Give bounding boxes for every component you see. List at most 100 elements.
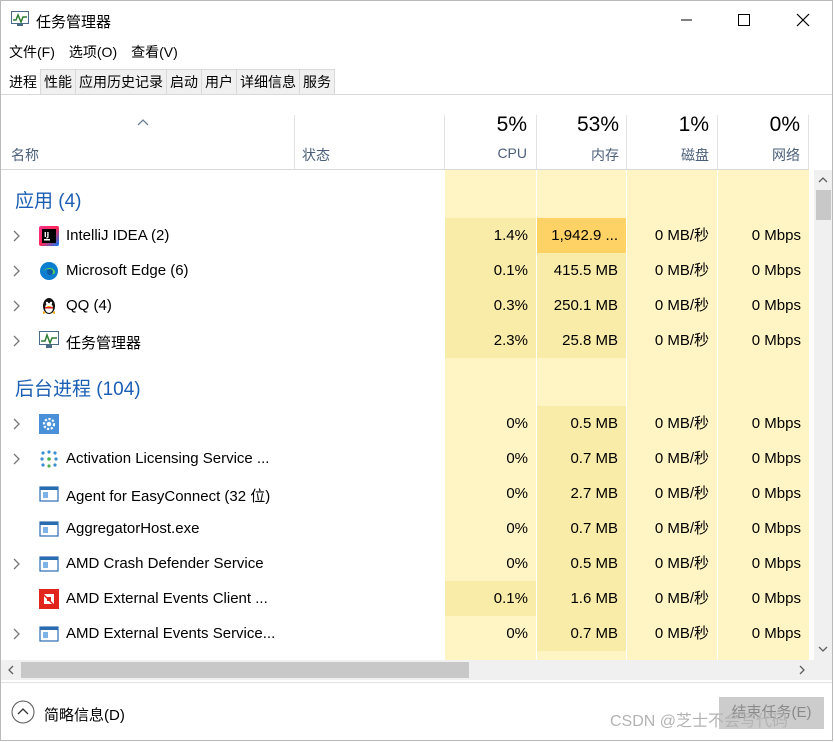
scroll-right-icon[interactable] (799, 665, 806, 675)
amd-logo-icon (39, 589, 59, 609)
maximize-button[interactable] (714, 1, 774, 39)
cpu-cell: 0% (506, 555, 528, 572)
chevron-right-icon[interactable] (12, 229, 22, 247)
column-disk[interactable]: 磁盘 (629, 145, 709, 165)
memory-cell: 0.5 MB (537, 546, 626, 581)
process-row[interactable]: Activation Licensing Service ... 0% 0.7 MB… (1, 441, 809, 476)
disk-cell: 0 MB/秒 (654, 262, 709, 279)
app-window-icon (39, 554, 59, 574)
app-window-icon (39, 624, 59, 644)
process-name: Agent for EasyConnect (32 位) (66, 488, 271, 505)
tab-services[interactable]: 服务 (299, 69, 335, 94)
vertical-scrollbar[interactable] (814, 170, 832, 660)
chevron-right-icon[interactable] (12, 417, 22, 435)
fewer-details-link[interactable]: 简略信息(D) (44, 704, 125, 725)
process-row[interactable]: AMD External Events Client ... 0.1% 1.6 MB… (1, 581, 809, 616)
process-row[interactable]: 0% 0.5 MB 0 MB/秒 0 Mbps (1, 406, 809, 441)
menu-options[interactable]: 选项(O) (61, 41, 123, 63)
gear-icon (39, 414, 59, 434)
column-name[interactable]: 名称 (11, 145, 39, 165)
horizontal-scrollbar[interactable] (1, 660, 814, 680)
intellij-idea-icon: IJ (39, 226, 59, 246)
window-title: 任务管理器 (36, 14, 112, 31)
column-status[interactable]: 状态 (302, 145, 330, 165)
network-cell: 0 Mbps (751, 555, 801, 572)
chevron-right-icon[interactable] (12, 299, 22, 317)
tab-startup[interactable]: 启动 (166, 69, 202, 94)
network-cell: 0 Mbps (751, 450, 801, 467)
process-row[interactable]: QQ (4) 0.3% 250.1 MB 0 MB/秒 0 Mbps (1, 288, 809, 323)
chevron-right-icon[interactable] (12, 452, 22, 470)
chevron-right-icon[interactable] (12, 264, 22, 282)
horizontal-scroll-thumb[interactable] (21, 662, 469, 678)
tab-performance[interactable]: 性能 (40, 69, 76, 94)
tab-users[interactable]: 用户 (201, 69, 237, 94)
column-network[interactable]: 网络 (720, 145, 800, 165)
network-total-percent[interactable]: 0% (720, 113, 800, 137)
chevron-right-icon[interactable] (12, 334, 22, 352)
tab-processes[interactable]: 进程 (5, 69, 41, 94)
memory-cell: 0.7 MB (537, 511, 626, 546)
menu-view[interactable]: 查看(V) (123, 41, 184, 63)
process-row[interactable]: Microsoft Edge (6) 0.1% 415.5 MB 0 MB/秒 0 Mb… (1, 253, 809, 288)
column-divider[interactable] (444, 115, 445, 169)
footer-bar: 简略信息(D) 结束任务(E) CSDN @芝士不会写代码 (1, 682, 832, 740)
column-divider[interactable] (294, 115, 295, 169)
network-cell: 0 Mbps (751, 590, 801, 607)
process-row[interactable]: IJ IntelliJ IDEA (2) 1.4% 1,942.9 ... 0 MB/秒… (1, 218, 809, 253)
memory-cell: 2.7 MB (537, 476, 626, 511)
column-divider[interactable] (717, 115, 718, 169)
column-divider[interactable] (536, 115, 537, 169)
scroll-up-icon[interactable] (818, 176, 828, 183)
menu-file[interactable]: 文件(F) (1, 41, 61, 63)
memory-total-percent[interactable]: 53% (539, 113, 619, 137)
process-row[interactable]: AMD External Events Service... 0% 0.7 MB 0 … (1, 616, 809, 651)
cpu-cell: 0% (506, 520, 528, 537)
disk-cell: 0 MB/秒 (654, 227, 709, 244)
task-manager-window: 任务管理器 文件(F) 选项(O) 查看(V) 进程 性能 应用历史记录 启动 … (0, 0, 833, 741)
process-row[interactable]: 任务管理器 2.3% 25.8 MB 0 MB/秒 0 Mbps (1, 323, 809, 358)
column-cpu[interactable]: CPU (447, 145, 527, 161)
chevron-right-icon[interactable] (12, 557, 22, 575)
process-name: AMD External Events Client ... (66, 590, 268, 607)
group-header-apps: 应用 (4) (15, 191, 82, 212)
scroll-down-icon[interactable] (818, 646, 828, 653)
network-cell: 0 Mbps (751, 415, 801, 432)
chevron-up-circle-icon[interactable] (11, 700, 35, 729)
dots-grid-icon (39, 449, 59, 469)
disk-cell: 0 MB/秒 (654, 625, 709, 642)
memory-cell: 250.1 MB (537, 288, 626, 323)
cpu-total-percent[interactable]: 5% (447, 113, 527, 137)
cpu-cell: 0% (506, 485, 528, 502)
process-name: Microsoft Edge (6) (66, 262, 189, 279)
tab-strip: 进程 性能 应用历史记录 启动 用户 详细信息 服务 (5, 69, 335, 94)
disk-cell: 0 MB/秒 (654, 590, 709, 607)
tab-details[interactable]: 详细信息 (236, 69, 300, 94)
process-row[interactable]: Agent for EasyConnect (32 位) 0% 2.7 MB 0 MB… (1, 476, 809, 511)
chevron-right-icon[interactable] (12, 627, 22, 645)
cpu-cell: 0% (506, 415, 528, 432)
task-manager-icon (11, 11, 29, 27)
group-header-background: 后台进程 (104) (15, 379, 141, 400)
watermark: CSDN @芝士不会写代码 (610, 713, 789, 730)
column-memory[interactable]: 内存 (539, 145, 619, 165)
column-divider[interactable] (626, 115, 627, 169)
network-cell: 0 Mbps (751, 332, 801, 349)
process-name: AMD External Events Service... (66, 625, 276, 642)
disk-total-percent[interactable]: 1% (629, 113, 709, 137)
maximize-icon (738, 14, 750, 26)
vertical-scroll-thumb[interactable] (816, 190, 831, 220)
close-button[interactable] (773, 1, 832, 39)
minimize-button[interactable] (657, 1, 717, 39)
qq-penguin-icon (39, 296, 59, 316)
sort-up-icon[interactable] (137, 113, 149, 131)
process-row[interactable]: AMD Crash Defender Service 0% 0.5 MB 0 MB/秒… (1, 546, 809, 581)
tab-app-history[interactable]: 应用历史记录 (75, 69, 167, 94)
title-bar[interactable]: 任务管理器 (1, 1, 832, 39)
process-row[interactable]: AggregatorHost.exe 0% 0.7 MB 0 MB/秒 0 Mbps (1, 511, 809, 546)
column-divider[interactable] (808, 115, 809, 169)
process-name: AggregatorHost.exe (66, 520, 200, 537)
scroll-left-icon[interactable] (7, 665, 14, 675)
scrollbar-corner (814, 660, 832, 680)
memory-cell: 25.8 MB (537, 323, 626, 358)
